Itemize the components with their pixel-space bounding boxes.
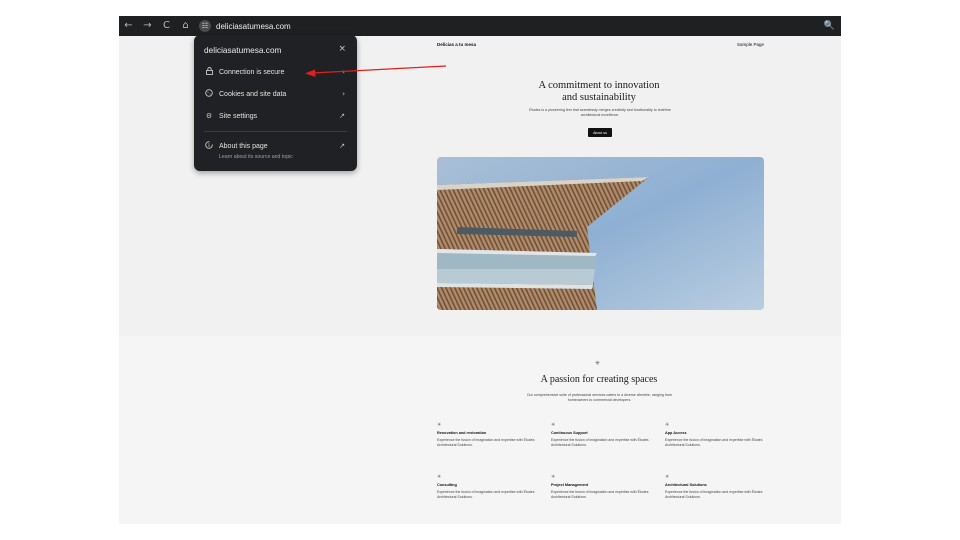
annotation-arrow xyxy=(305,65,447,77)
